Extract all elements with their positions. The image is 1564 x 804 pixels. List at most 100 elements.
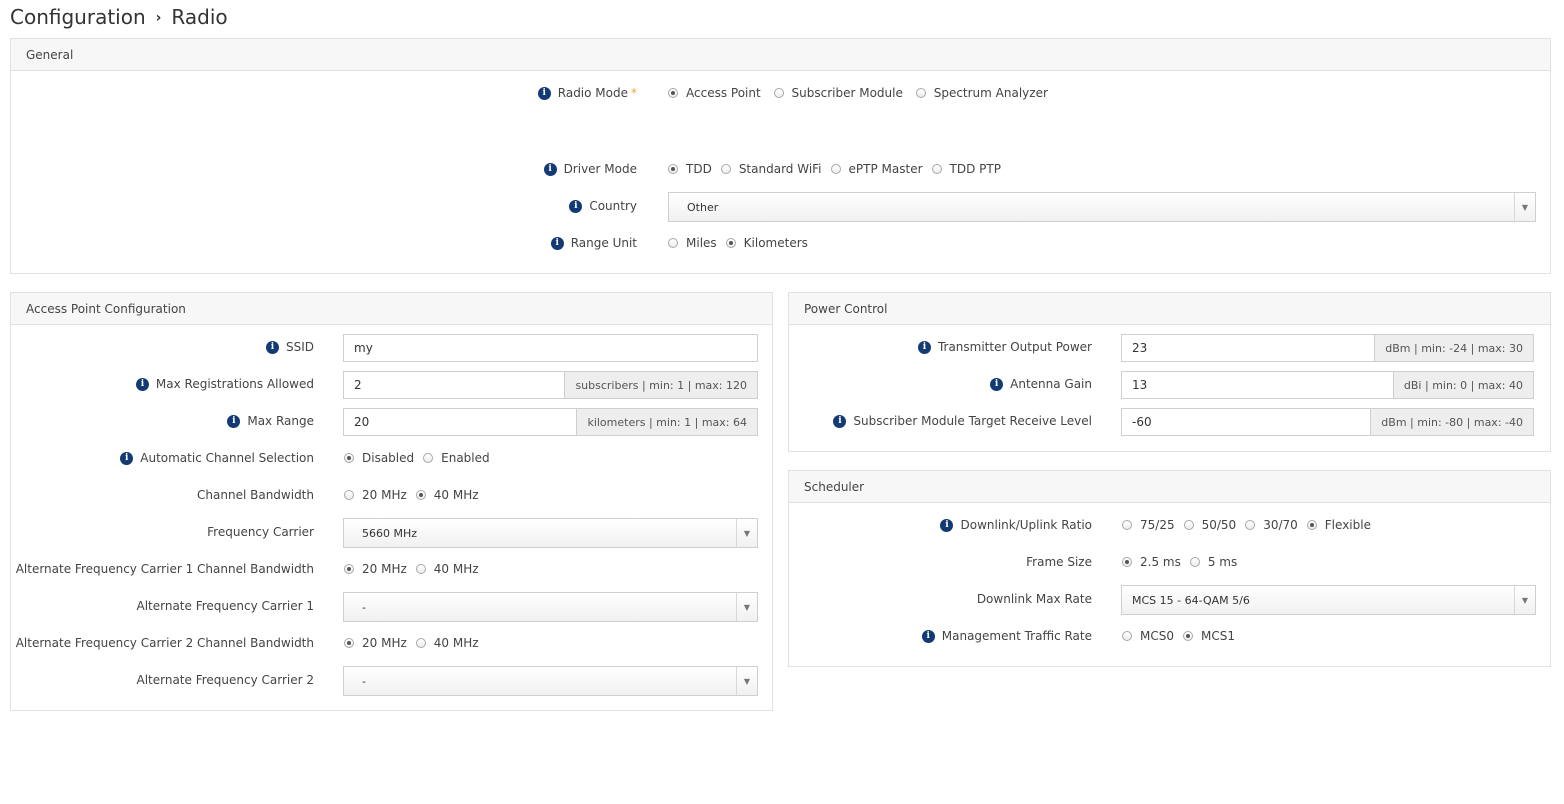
info-icon[interactable]: i bbox=[917, 340, 931, 354]
radio-button-icon[interactable] bbox=[344, 453, 354, 463]
sm-rx-level-input[interactable]: -60 dBm | min: -80 | max: -40 bbox=[1121, 408, 1534, 436]
radio-button-icon[interactable] bbox=[415, 564, 426, 574]
frame-size-5ms[interactable]: 5 ms bbox=[1189, 555, 1237, 569]
info-icon[interactable]: i bbox=[120, 451, 134, 465]
frame-size-label: Frame Size bbox=[1026, 555, 1092, 569]
ratio-flexible[interactable]: Flexible bbox=[1306, 518, 1371, 532]
alt2-bandwidth-group: 20 MHz 40 MHz bbox=[344, 628, 488, 658]
frame-size-2-5ms[interactable]: 2.5 ms bbox=[1122, 555, 1181, 569]
radio-button-icon[interactable] bbox=[1189, 557, 1200, 567]
tx-power-input[interactable]: 23 dBm | min: -24 | max: 30 bbox=[1121, 334, 1534, 362]
range-unit-kilometers[interactable]: Kilometers bbox=[725, 236, 808, 250]
radio-mode-spectrum-analyzer[interactable]: Spectrum Analyzer bbox=[915, 81, 1048, 104]
radio-mode-access-point[interactable]: Access Point bbox=[668, 81, 761, 104]
info-icon[interactable]: i bbox=[940, 518, 954, 532]
acs-enabled[interactable]: Enabled bbox=[423, 451, 490, 465]
dl-ul-ratio-label: i Downlink/Uplink Ratio bbox=[940, 510, 1092, 540]
ap-config-panel-header: Access Point Configuration bbox=[11, 293, 772, 325]
chevron-down-icon[interactable]: ▼ bbox=[1514, 193, 1535, 221]
info-icon[interactable]: i bbox=[543, 162, 557, 176]
chevron-down-icon[interactable]: ▼ bbox=[736, 667, 757, 695]
radio-button-icon[interactable] bbox=[915, 87, 926, 98]
country-select[interactable]: Other ▼ bbox=[668, 192, 1536, 222]
radio-button-icon[interactable] bbox=[1122, 557, 1132, 567]
alt1-carrier-select[interactable]: - ▼ bbox=[343, 592, 758, 622]
alt2-carrier-select[interactable]: - ▼ bbox=[343, 666, 758, 696]
bandwidth-20mhz[interactable]: 20 MHz bbox=[344, 488, 407, 502]
radio-button-icon[interactable] bbox=[931, 164, 942, 174]
ap-config-panel: Access Point Configuration i SSID my i Max… bbox=[10, 292, 773, 711]
tx-power-label: i Transmitter Output Power bbox=[917, 332, 1092, 362]
max-registrations-label: i Max Registrations Allowed bbox=[135, 369, 314, 399]
info-icon[interactable]: i bbox=[550, 236, 564, 250]
alt1-bandwidth-40mhz[interactable]: 40 MHz bbox=[415, 562, 479, 576]
ratio-75-25[interactable]: 75/25 bbox=[1122, 518, 1175, 532]
driver-mode-standard-wifi[interactable]: Standard WiFi bbox=[720, 162, 822, 176]
frame-size-group: 2.5 ms 5 ms bbox=[1122, 547, 1246, 577]
breadcrumb-root[interactable]: Configuration bbox=[10, 5, 146, 29]
chevron-down-icon[interactable]: ▼ bbox=[736, 593, 757, 621]
range-unit-group: Miles Kilometers bbox=[668, 228, 817, 258]
acs-disabled[interactable]: Disabled bbox=[344, 451, 414, 465]
radio-button-icon[interactable] bbox=[1122, 520, 1132, 530]
alt1-bandwidth-20mhz[interactable]: 20 MHz bbox=[344, 562, 407, 576]
max-range-hint: kilometers | min: 1 | max: 64 bbox=[576, 409, 757, 435]
alt2-bandwidth-label: Alternate Frequency Carrier 2 Channel Ba… bbox=[15, 636, 314, 650]
mgmt-rate-mcs0[interactable]: MCS0 bbox=[1122, 629, 1174, 643]
info-icon[interactable]: i bbox=[135, 377, 149, 391]
range-unit-miles[interactable]: Miles bbox=[668, 236, 717, 250]
radio-button-icon[interactable] bbox=[415, 490, 426, 500]
required-marker: * bbox=[631, 86, 637, 100]
acs-group: Disabled Enabled bbox=[344, 443, 499, 473]
antenna-gain-input[interactable]: 13 dBi | min: 0 | max: 40 bbox=[1121, 371, 1534, 399]
max-registrations-input[interactable]: 2 subscribers | min: 1 | max: 120 bbox=[343, 371, 758, 399]
radio-button-icon[interactable] bbox=[830, 164, 841, 174]
general-panel-header: General bbox=[11, 39, 1550, 71]
radio-button-icon[interactable] bbox=[1245, 520, 1256, 530]
frequency-carrier-select[interactable]: 5660 MHz ▼ bbox=[343, 518, 758, 548]
dl-max-rate-select[interactable]: MCS 15 - 64-QAM 5/6 ▼ bbox=[1121, 585, 1536, 615]
radio-button-icon[interactable] bbox=[423, 453, 434, 463]
radio-button-icon[interactable] bbox=[668, 164, 678, 174]
alt1-bandwidth-label: Alternate Frequency Carrier 1 Channel Ba… bbox=[15, 562, 314, 576]
ratio-30-70[interactable]: 30/70 bbox=[1245, 518, 1298, 532]
info-icon[interactable]: i bbox=[921, 629, 935, 643]
info-icon[interactable]: i bbox=[265, 340, 279, 354]
radio-mode-subscriber-module[interactable]: Subscriber Module bbox=[773, 81, 903, 104]
radio-button-icon[interactable] bbox=[415, 638, 426, 648]
driver-mode-eptp-master[interactable]: ePTP Master bbox=[830, 162, 923, 176]
radio-button-icon[interactable] bbox=[344, 490, 354, 500]
radio-button-icon[interactable] bbox=[725, 238, 736, 248]
radio-button-icon[interactable] bbox=[344, 638, 354, 648]
info-icon[interactable]: i bbox=[537, 86, 551, 100]
alt2-bandwidth-20mhz[interactable]: 20 MHz bbox=[344, 636, 407, 650]
frequency-carrier-label: Frequency Carrier bbox=[207, 525, 314, 539]
info-icon[interactable]: i bbox=[990, 377, 1004, 391]
chevron-down-icon[interactable]: ▼ bbox=[1514, 586, 1535, 614]
scheduler-panel-header: Scheduler bbox=[789, 471, 1550, 503]
radio-button-icon[interactable] bbox=[1183, 520, 1194, 530]
bandwidth-40mhz[interactable]: 40 MHz bbox=[415, 488, 479, 502]
max-range-input[interactable]: 20 kilometers | min: 1 | max: 64 bbox=[343, 408, 758, 436]
alt1-carrier-label: Alternate Frequency Carrier 1 bbox=[136, 599, 314, 613]
antenna-gain-hint: dBi | min: 0 | max: 40 bbox=[1392, 372, 1533, 398]
radio-button-icon[interactable] bbox=[720, 164, 731, 174]
driver-mode-tdd[interactable]: TDD bbox=[668, 162, 712, 176]
mgmt-rate-mcs1[interactable]: MCS1 bbox=[1182, 629, 1235, 643]
radio-button-icon[interactable] bbox=[344, 564, 354, 574]
radio-button-icon[interactable] bbox=[668, 238, 678, 248]
radio-button-icon[interactable] bbox=[1182, 631, 1193, 641]
ssid-input[interactable]: my bbox=[343, 334, 758, 362]
mgmt-traffic-rate-label: i Management Traffic Rate bbox=[921, 621, 1092, 651]
radio-button-icon[interactable] bbox=[1122, 631, 1132, 641]
info-icon[interactable]: i bbox=[227, 414, 241, 428]
driver-mode-tdd-ptp[interactable]: TDD PTP bbox=[931, 162, 1001, 176]
info-icon[interactable]: i bbox=[569, 199, 583, 213]
alt2-bandwidth-40mhz[interactable]: 40 MHz bbox=[415, 636, 479, 650]
ratio-50-50[interactable]: 50/50 bbox=[1183, 518, 1236, 532]
radio-button-icon[interactable] bbox=[773, 87, 784, 98]
info-icon[interactable]: i bbox=[833, 414, 847, 428]
chevron-down-icon[interactable]: ▼ bbox=[736, 519, 757, 547]
radio-button-icon[interactable] bbox=[1306, 520, 1317, 530]
radio-button-icon[interactable] bbox=[668, 87, 678, 98]
